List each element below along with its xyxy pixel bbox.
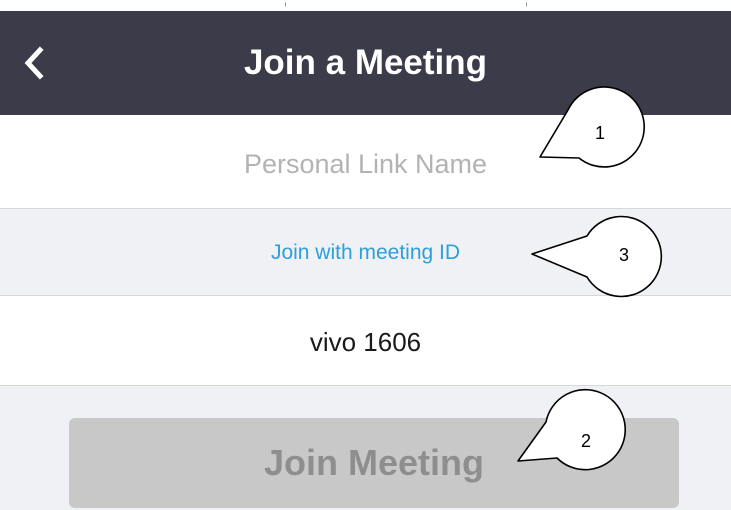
meeting-id-row: Join with meeting ID [0, 209, 731, 296]
personal-link-row [0, 115, 731, 209]
top-strip: ᵎ ᵎ [0, 0, 731, 11]
join-with-meeting-id-link[interactable]: Join with meeting ID [0, 209, 731, 295]
join-button-row: Join Meeting [0, 386, 731, 510]
top-tick-mark: ᵎ [526, 0, 528, 10]
page-title: Join a Meeting [243, 43, 488, 82]
name-row: vivo 1606 [0, 296, 731, 386]
header-bar: Join a Meeting [0, 11, 731, 115]
top-tick-mark: ᵎ [285, 0, 287, 10]
display-name-field[interactable]: vivo 1606 [0, 296, 731, 385]
join-meeting-button[interactable]: Join Meeting [69, 418, 679, 508]
back-button[interactable] [20, 45, 50, 81]
chevron-left-icon [24, 46, 44, 80]
personal-link-name-input[interactable] [0, 115, 731, 208]
